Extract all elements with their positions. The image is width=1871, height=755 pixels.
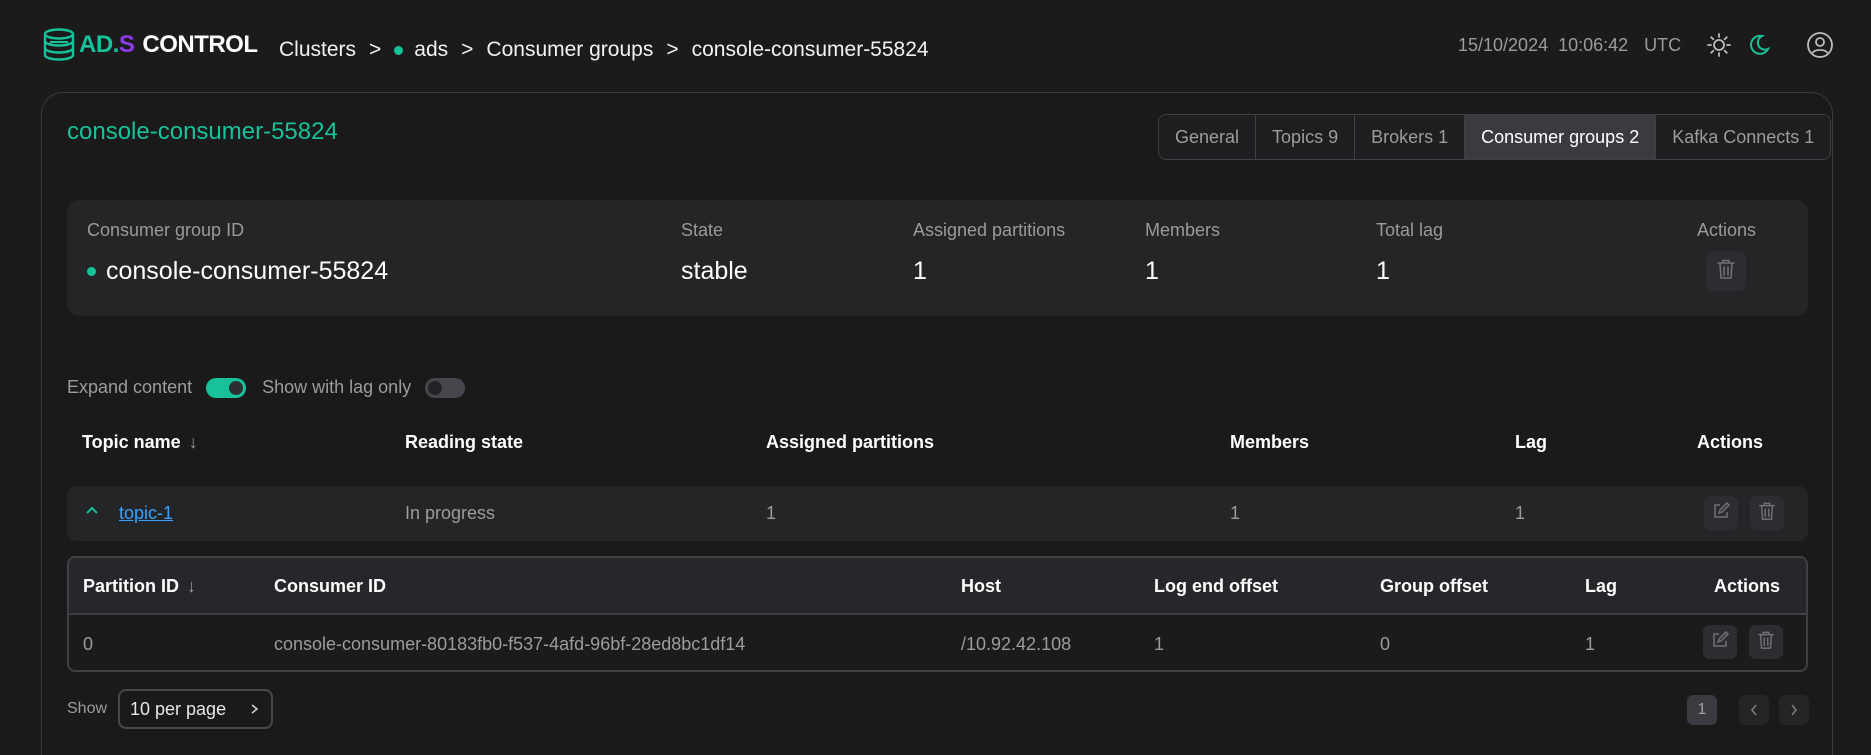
summary-assigned: Assigned partitions 1 xyxy=(913,220,1065,286)
column-log-end-offset: Log end offset xyxy=(1154,576,1278,596)
total-lag-value: 1 xyxy=(1376,257,1390,285)
trash-icon xyxy=(1716,258,1736,285)
brand-name: AD.S CONTROL xyxy=(79,31,258,58)
partition-table-header: Partition ID ↓ Consumer ID Host Log end o… xyxy=(69,558,1806,615)
delete-partition-button[interactable] xyxy=(1749,625,1783,659)
column-members: Members xyxy=(1230,432,1310,452)
assigned-label: Assigned partitions xyxy=(913,220,1066,240)
summary-state: State stable xyxy=(681,220,748,286)
expand-content-label: Expand content xyxy=(67,377,193,397)
column-lag: Lag xyxy=(1585,576,1618,596)
column-group-offset: Group offset xyxy=(1380,576,1488,596)
summary-actions: Actions xyxy=(1697,220,1756,291)
per-page-value: 10 per page xyxy=(130,698,227,719)
page-title: console-consumer-55824 xyxy=(67,118,338,145)
reading-state-value: In progress xyxy=(405,503,496,523)
page-button-current[interactable]: 1 xyxy=(1687,695,1717,725)
clock: 15/10/2024 10:06:42 UTC xyxy=(1458,35,1681,56)
lag-only-toggle[interactable] xyxy=(425,377,466,398)
column-consumer-id: Consumer ID xyxy=(274,576,387,596)
summary-total-lag: Total lag 1 xyxy=(1376,220,1443,286)
assigned-partitions-value: 1 xyxy=(766,503,777,523)
state-value: stable xyxy=(681,257,748,285)
trash-icon xyxy=(1758,501,1776,526)
breadcrumb-current: console-consumer-55824 xyxy=(691,38,929,61)
column-topic-name[interactable]: Topic name ↓ xyxy=(82,432,198,453)
group-offset-value: 0 xyxy=(1380,634,1391,654)
sort-down-icon: ↓ xyxy=(187,576,197,596)
app-header: AD.S CONTROL Clusters > ads > Consumer gr… xyxy=(0,0,1871,92)
breadcrumb-consumer-groups[interactable]: Consumer groups xyxy=(486,38,653,62)
tab-brokers[interactable]: Brokers 1 xyxy=(1355,115,1466,159)
edit-partition-button[interactable] xyxy=(1703,625,1737,659)
consumer-id-value: console-consumer-80183fb0-f537-4afd-96bf… xyxy=(274,634,746,654)
summary-panel: Consumer group ID console-consumer-55824… xyxy=(67,200,1808,316)
sort-down-icon: ↓ xyxy=(188,432,198,452)
state-label: State xyxy=(681,220,724,240)
column-reading-state: Reading state xyxy=(405,432,524,452)
lag-value: 1 xyxy=(1585,634,1596,654)
members-label: Members xyxy=(1145,220,1221,240)
column-assigned-partitions: Assigned partitions xyxy=(766,432,935,452)
brand-logo[interactable]: AD.S CONTROL xyxy=(41,28,258,62)
delete-topic-button[interactable] xyxy=(1750,496,1784,530)
delete-group-button[interactable] xyxy=(1706,251,1746,291)
assigned-value: 1 xyxy=(913,257,927,285)
per-page-select[interactable]: 10 per page xyxy=(118,689,273,729)
tab-general[interactable]: General xyxy=(1159,115,1257,159)
breadcrumb-separator: > xyxy=(666,38,679,61)
edit-icon xyxy=(1711,630,1730,654)
breadcrumb: Clusters > ads > Consumer groups > conso… xyxy=(279,38,929,62)
tab-consumer-groups[interactable]: Consumer groups 2 xyxy=(1465,115,1657,159)
consumer-group-card: console-consumer-55824 General Topics 9 … xyxy=(41,92,1833,755)
column-partition-id[interactable]: Partition ID ↓ xyxy=(83,576,196,597)
status-dot xyxy=(87,267,96,276)
lag-value: 1 xyxy=(1515,503,1526,523)
db-stack-icon xyxy=(41,28,77,62)
partition-id-value: 0 xyxy=(83,634,94,654)
breadcrumb-clusters[interactable]: Clusters xyxy=(279,38,356,62)
summary-members: Members 1 xyxy=(1145,220,1220,286)
chevron-right-icon xyxy=(249,699,261,724)
cluster-status-dot xyxy=(394,45,404,55)
topic-link[interactable]: topic-1 xyxy=(119,503,173,524)
clock-date: 15/10/2024 xyxy=(1458,35,1549,55)
total-lag-label: Total lag xyxy=(1376,220,1444,240)
members-value: 1 xyxy=(1145,257,1159,285)
sun-icon[interactable] xyxy=(1704,30,1734,60)
table-filters: Expand content Show with lag only xyxy=(67,377,481,398)
moon-icon[interactable] xyxy=(1744,30,1774,60)
lag-only-label: Show with lag only xyxy=(262,377,412,397)
cluster-tabs: General Topics 9 Brokers 1 Consumer grou… xyxy=(1158,114,1832,160)
table-row: topic-1 In progress 1 1 1 xyxy=(67,486,1808,541)
actions-label: Actions xyxy=(1697,220,1757,240)
clock-timezone: UTC xyxy=(1644,35,1682,55)
host-value: /10.92.42.108 xyxy=(961,634,1072,654)
column-actions: Actions xyxy=(1697,432,1764,452)
log-end-offset-value: 1 xyxy=(1154,634,1165,654)
expand-content-toggle[interactable] xyxy=(206,377,247,398)
chevron-up-icon[interactable] xyxy=(85,501,99,522)
edit-icon xyxy=(1712,501,1731,525)
group-id-label: Consumer group ID xyxy=(87,220,245,240)
chevron-right-icon[interactable] xyxy=(1779,695,1809,725)
chevron-left-icon[interactable] xyxy=(1739,695,1769,725)
column-host: Host xyxy=(961,576,1001,596)
show-label: Show xyxy=(67,700,108,717)
column-actions: Actions xyxy=(1714,576,1781,596)
partition-table: Partition ID ↓ Consumer ID Host Log end o… xyxy=(67,556,1808,672)
breadcrumb-separator: > xyxy=(369,38,382,61)
edit-topic-button[interactable] xyxy=(1704,496,1738,530)
clock-time: 10:06:42 xyxy=(1558,35,1629,55)
breadcrumb-cluster[interactable]: ads xyxy=(414,38,448,62)
tab-topics[interactable]: Topics 9 xyxy=(1256,115,1356,159)
members-value: 1 xyxy=(1230,503,1241,523)
trash-icon xyxy=(1757,630,1775,655)
tab-kafka-connects[interactable]: Kafka Connects 1 xyxy=(1656,115,1831,159)
summary-group-id: Consumer group ID console-consumer-55824 xyxy=(87,220,388,286)
breadcrumb-separator: > xyxy=(461,38,474,61)
group-id-value: console-consumer-55824 xyxy=(106,257,389,285)
user-circle-icon[interactable] xyxy=(1805,30,1835,60)
column-lag: Lag xyxy=(1515,432,1548,452)
